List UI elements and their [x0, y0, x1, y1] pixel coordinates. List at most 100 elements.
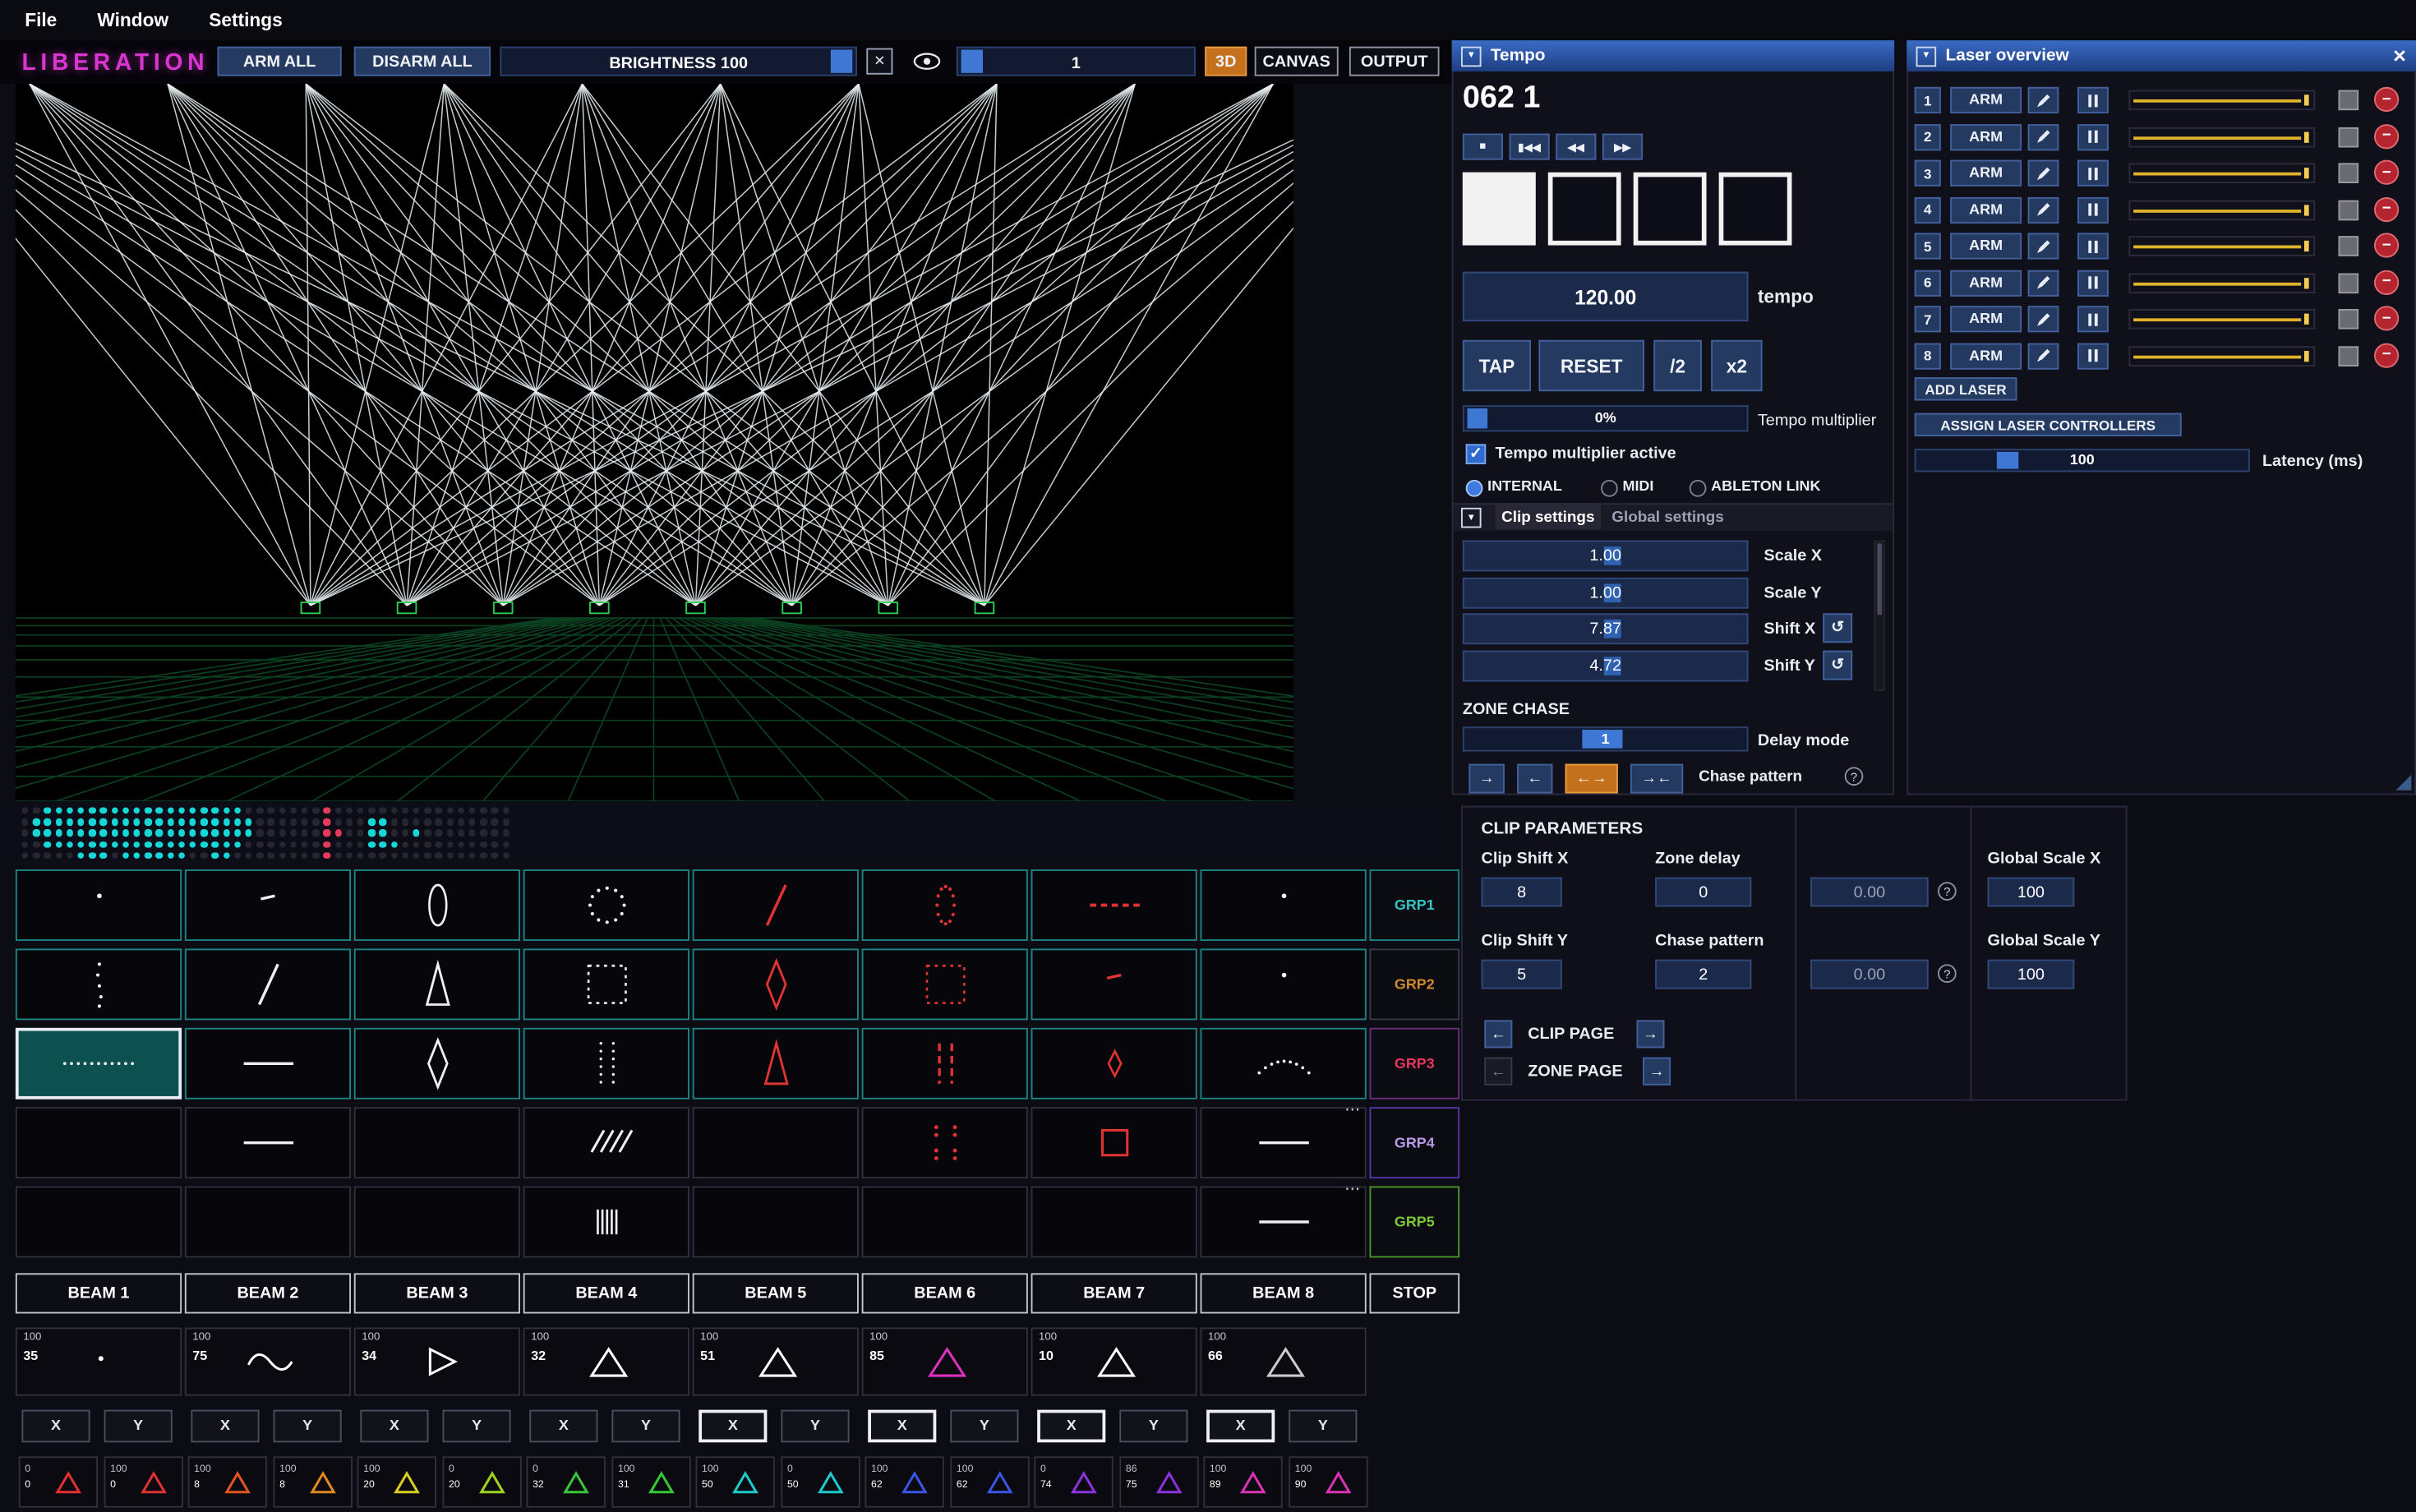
laser-intensity-slider-8[interactable]	[2128, 345, 2315, 366]
laser-pause-button-6[interactable]	[2077, 270, 2109, 296]
laser-remove-button-8[interactable]: −	[2374, 343, 2399, 367]
clip-cell-r3c2[interactable]	[185, 1028, 351, 1099]
laser-remove-button-6[interactable]: −	[2374, 270, 2399, 294]
laser-color-swatch-1[interactable]	[2339, 90, 2359, 111]
transport-skip-start-button[interactable]: ▮◀◀	[1510, 133, 1550, 159]
bottom-clip-11[interactable]: 10062	[865, 1456, 943, 1507]
beam-button-1[interactable]: BEAM 1	[16, 1273, 182, 1313]
settings-scrollbar[interactable]	[1874, 541, 1885, 691]
laser-edit-button-8[interactable]	[2028, 343, 2059, 369]
x-button-6[interactable]: X	[868, 1410, 936, 1443]
laser-pause-button-1[interactable]	[2077, 87, 2109, 113]
laser-pause-button-2[interactable]	[2077, 123, 2109, 150]
clip-cell-r1c5[interactable]	[693, 869, 859, 941]
x-button-2[interactable]: X	[191, 1410, 259, 1443]
group-button-grp5[interactable]: GRP5	[1370, 1187, 1460, 1258]
tempo-multiplier-active-checkbox[interactable]: ✓	[1466, 444, 1487, 464]
laser-edit-button-5[interactable]	[2028, 233, 2059, 259]
clip-cell-r3c8[interactable]	[1201, 1028, 1367, 1099]
clip-cell-r3c3[interactable]	[354, 1028, 520, 1099]
laser-intensity-slider-1[interactable]	[2128, 90, 2315, 111]
chase-pattern-button-1[interactable]: →	[1469, 764, 1504, 794]
laser-number-1[interactable]: 1	[1915, 87, 1941, 113]
clip-cell-r3c6[interactable]	[862, 1028, 1028, 1099]
reset-shift-x-button[interactable]: ↺	[1823, 613, 1852, 643]
bottom-clip-1[interactable]: 00	[19, 1456, 98, 1507]
clip-cell-r5c5[interactable]	[693, 1187, 859, 1258]
3d-view-button[interactable]: 3D	[1205, 47, 1247, 76]
brightness-slider[interactable]: BRIGHTNESS 100	[500, 47, 857, 76]
reset-shift-y-button[interactable]: ↺	[1823, 650, 1852, 680]
laser-color-swatch-4[interactable]	[2339, 200, 2359, 220]
clip-cell-r5c2[interactable]	[185, 1187, 351, 1258]
clip-cell-r3c5[interactable]	[693, 1028, 859, 1099]
fader-cell-8[interactable]: 10066	[1201, 1327, 1367, 1395]
laser-pause-button-8[interactable]	[2077, 343, 2109, 369]
bottom-clip-6[interactable]: 020	[442, 1456, 521, 1507]
global-scale-y-field[interactable]: 100	[1988, 960, 2075, 989]
tempo-panel-header[interactable]: ▼ Tempo	[1452, 40, 1894, 71]
fader-cell-3[interactable]: 10034	[354, 1327, 520, 1395]
laser-pause-button-3[interactable]	[2077, 160, 2109, 187]
menu-file[interactable]: File	[25, 9, 57, 30]
slider-handle[interactable]	[2304, 168, 2309, 178]
brightness-slider-handle[interactable]	[831, 49, 852, 72]
x-button-7[interactable]: X	[1037, 1410, 1105, 1443]
beam-button-7[interactable]: BEAM 7	[1031, 1273, 1197, 1313]
laser-color-swatch-8[interactable]	[2339, 345, 2359, 366]
laser-color-swatch-6[interactable]	[2339, 273, 2359, 293]
disarm-all-button[interactable]: DISARM ALL	[354, 47, 491, 76]
slider-handle[interactable]	[2304, 204, 2309, 214]
y-button-1[interactable]: Y	[104, 1410, 173, 1443]
laser-arm-button-5[interactable]: ARM	[1950, 233, 2022, 259]
laser-remove-button-2[interactable]: −	[2374, 123, 2399, 148]
beam-button-6[interactable]: BEAM 6	[862, 1273, 1028, 1313]
tempo-double-button[interactable]: x2	[1711, 340, 1762, 391]
clip-cell-r5c3[interactable]	[354, 1187, 520, 1258]
laser-color-swatch-5[interactable]	[2339, 236, 2359, 256]
menu-window[interactable]: Window	[97, 9, 168, 30]
output-button[interactable]: OUTPUT	[1349, 47, 1440, 76]
tempo-half-button[interactable]: /2	[1653, 340, 1702, 391]
latency-slider[interactable]: 100	[1915, 449, 2250, 472]
laser-number-8[interactable]: 8	[1915, 343, 1941, 369]
group-button-grp4[interactable]: GRP4	[1370, 1107, 1460, 1178]
laser-remove-button-4[interactable]: −	[2374, 196, 2399, 221]
chase-pattern-button-4[interactable]: →←	[1630, 764, 1683, 794]
source-radio-midi[interactable]	[1601, 480, 1618, 497]
clip-cell-r4c6[interactable]	[862, 1107, 1028, 1178]
delay-mode-slider[interactable]: 1	[1463, 726, 1749, 751]
bottom-clip-15[interactable]: 10089	[1203, 1456, 1282, 1507]
laser-edit-button-1[interactable]	[2028, 87, 2059, 113]
y-button-2[interactable]: Y	[274, 1410, 342, 1443]
canvas-button[interactable]: CANVAS	[1255, 47, 1339, 76]
laser-arm-button-3[interactable]: ARM	[1950, 160, 2022, 187]
laser-number-3[interactable]: 3	[1915, 160, 1941, 187]
bottom-clip-3[interactable]: 1008	[188, 1456, 267, 1507]
slider-handle[interactable]	[2304, 94, 2309, 105]
zone-delay-field[interactable]: 0	[1655, 878, 1751, 907]
bottom-clip-5[interactable]: 10020	[357, 1456, 436, 1507]
transport-rewind-button[interactable]: ◀◀	[1556, 133, 1596, 159]
x-button-1[interactable]: X	[21, 1410, 90, 1443]
laser-intensity-slider-6[interactable]	[2128, 273, 2315, 293]
laser-arm-button-6[interactable]: ARM	[1950, 270, 2022, 296]
clip-cell-r1c1[interactable]	[16, 869, 182, 941]
clip-cell-r2c7[interactable]	[1031, 948, 1197, 1020]
clip-cell-r5c7[interactable]	[1031, 1187, 1197, 1258]
laser-intensity-slider-4[interactable]	[2128, 200, 2315, 220]
laser-edit-button-4[interactable]	[2028, 196, 2059, 223]
master-slider[interactable]: 1	[957, 47, 1196, 76]
beam-button-8[interactable]: BEAM 8	[1201, 1273, 1367, 1313]
laser-color-swatch-3[interactable]	[2339, 163, 2359, 183]
laser-remove-button-1[interactable]: −	[2374, 87, 2399, 112]
laser-arm-button-7[interactable]: ARM	[1950, 306, 2022, 332]
laser-arm-button-4[interactable]: ARM	[1950, 196, 2022, 223]
group-button-grp1[interactable]: GRP1	[1370, 869, 1460, 941]
tempo-value-field[interactable]: 120.00	[1463, 272, 1749, 321]
chase-pattern-button-3[interactable]: ←→	[1565, 764, 1618, 794]
transport-stop-button[interactable]: ■	[1463, 133, 1503, 159]
tab-global-settings[interactable]: Global settings	[1606, 505, 1731, 529]
laser-color-swatch-2[interactable]	[2339, 127, 2359, 147]
x-button-4[interactable]: X	[529, 1410, 597, 1443]
